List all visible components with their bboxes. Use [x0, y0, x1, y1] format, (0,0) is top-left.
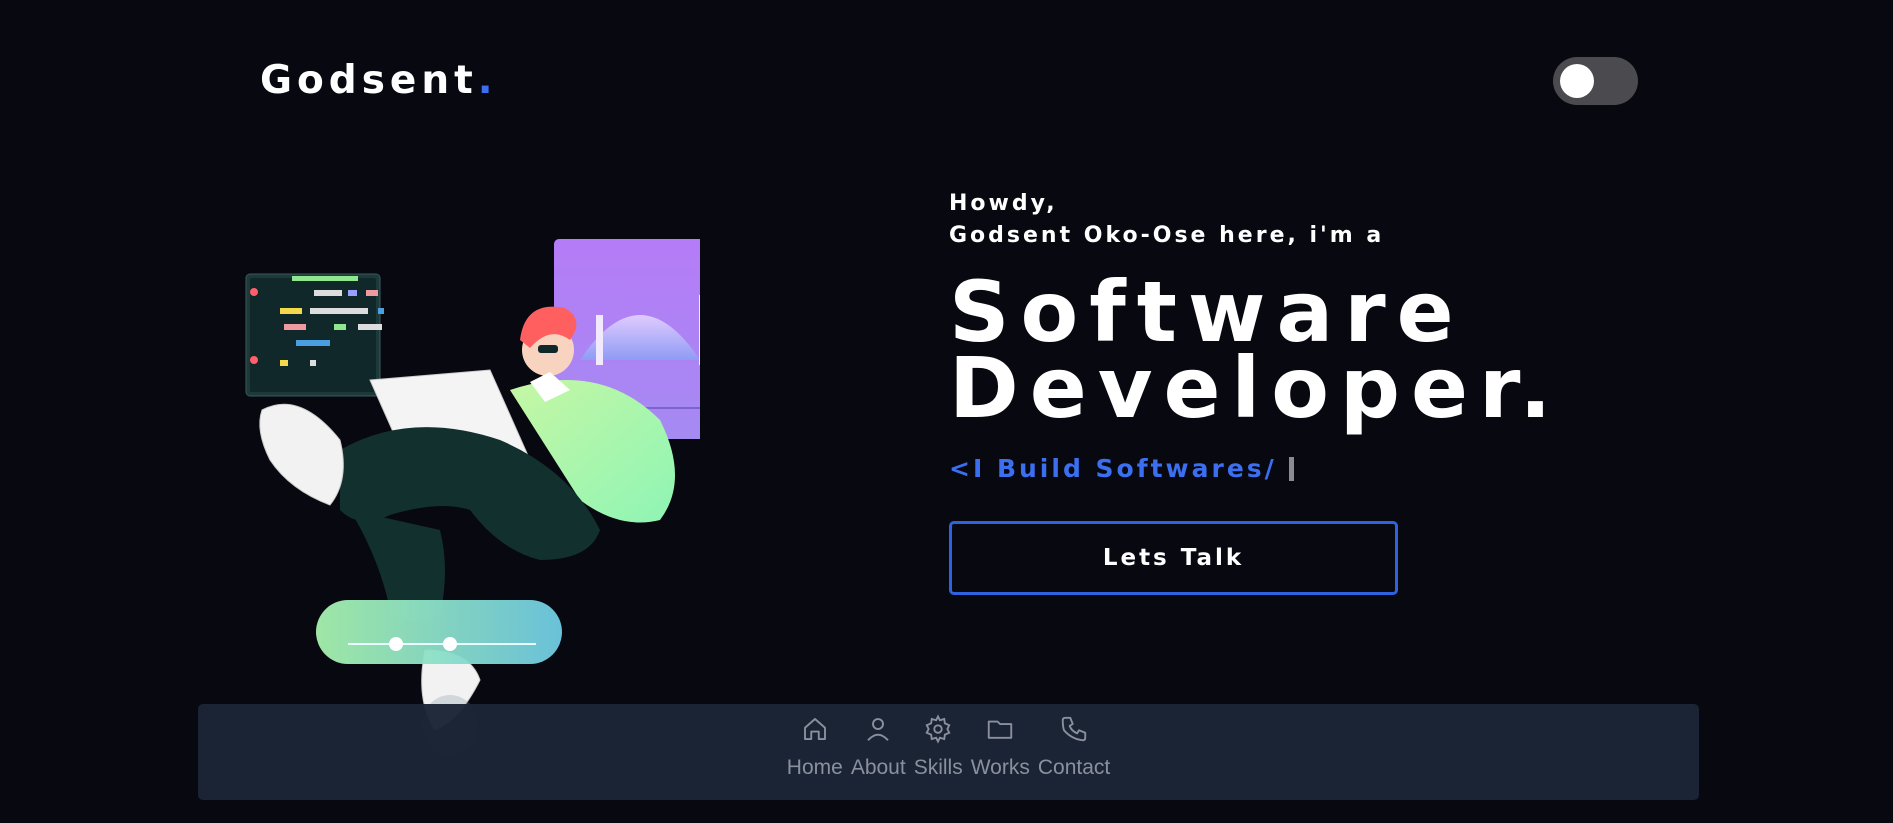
bottom-nav: Home About Skills Works Contact — [198, 704, 1699, 800]
nav-items: Home About Skills Works Contact — [783, 704, 1114, 800]
nav-label-about: About — [850, 756, 906, 779]
nav-label-home: Home — [786, 756, 843, 779]
hero-section: Howdy, Godsent Oko-Ose here, i'm a Softw… — [949, 188, 1562, 595]
nav-item-home[interactable]: Home — [783, 714, 847, 780]
home-icon — [803, 718, 826, 740]
gear-icon — [925, 714, 951, 744]
greeting-line-1: Howdy, — [949, 191, 1058, 216]
nav-label-skills: Skills — [913, 756, 963, 779]
folder-icon — [988, 720, 1013, 739]
headline: Software Developer. — [949, 270, 1563, 437]
nav-item-skills[interactable]: Skills — [910, 714, 967, 780]
theme-toggle[interactable] — [1553, 57, 1638, 105]
developer-illustration — [245, 239, 700, 755]
lets-talk-button[interactable]: Lets Talk — [949, 521, 1398, 595]
nav-label-contact: Contact — [1037, 756, 1111, 779]
phone-icon — [1061, 716, 1087, 742]
headline-line-2: Developer. — [949, 339, 1563, 437]
nav-label-works: Works — [970, 756, 1030, 779]
theme-toggle-knob — [1560, 64, 1594, 98]
greeting-line-2: Godsent Oko-Ose here, i'm a — [949, 223, 1385, 248]
nav-item-works[interactable]: Works — [967, 714, 1034, 780]
logo[interactable]: Godsent. — [260, 58, 498, 103]
user-icon — [867, 718, 889, 741]
nav-item-about[interactable]: About — [847, 714, 910, 780]
typing-caret — [1288, 456, 1294, 481]
nav-item-contact[interactable]: Contact — [1034, 714, 1114, 780]
tagline: <I Build Softwares/ — [949, 454, 1562, 483]
tagline-text: <I Build Softwares/ — [949, 454, 1277, 483]
logo-dot: . — [477, 58, 498, 103]
logo-text: Godsent — [260, 58, 478, 103]
